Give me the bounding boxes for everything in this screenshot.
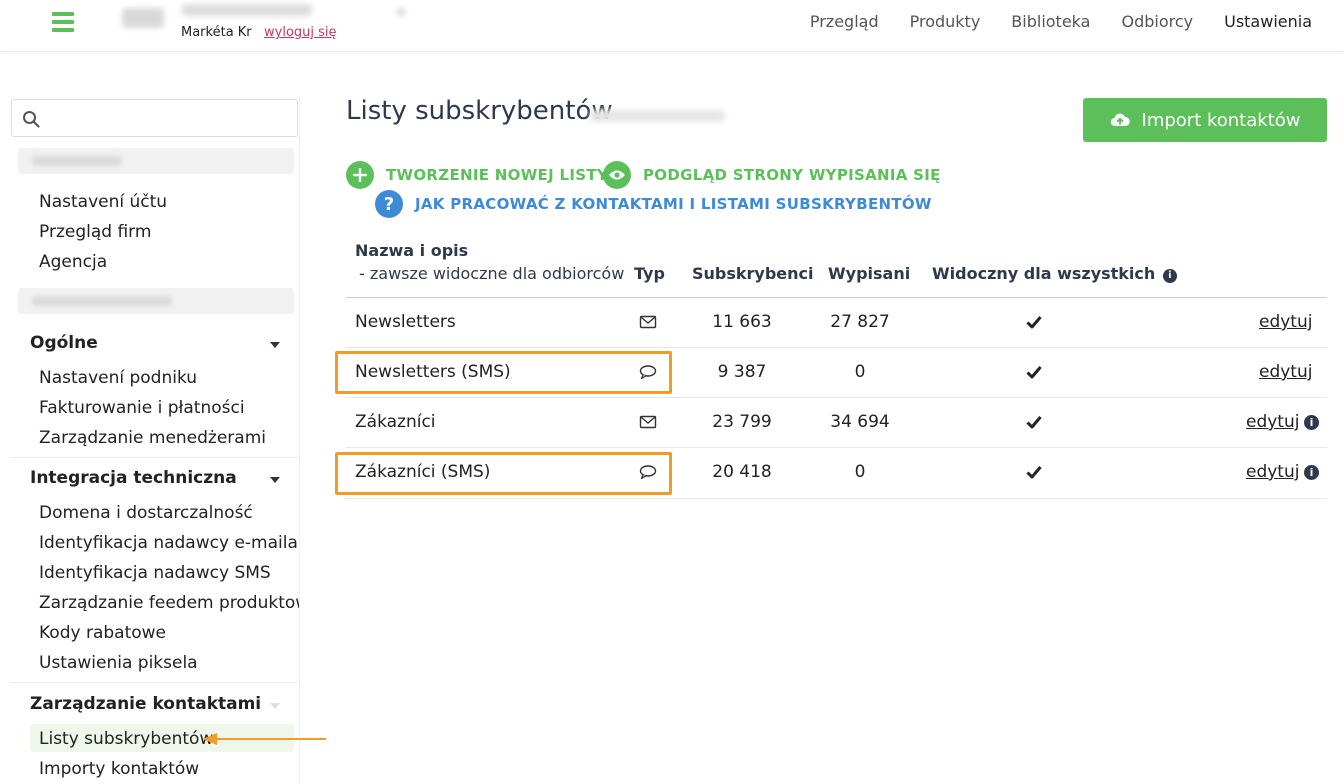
sidebar-item-sms-sender[interactable]: Identyfikacja nadawcy SMS	[39, 563, 271, 583]
edit-link[interactable]: edytuj	[1259, 362, 1312, 382]
eye-icon	[603, 161, 631, 189]
top-bar: Markéta Kr wyloguj się Przegląd Produkty…	[0, 0, 1344, 52]
sidebar-item-billing[interactable]: Fakturowanie i płatności	[39, 398, 245, 418]
sidebar-item-domain[interactable]: Domena i dostarczalność	[39, 503, 253, 523]
plus-icon	[346, 161, 374, 189]
sms-icon	[639, 465, 657, 480]
checkmark-icon	[1026, 466, 1042, 479]
sidebar-item-business-settings[interactable]: Nastavení podniku	[39, 368, 197, 388]
company-logo	[122, 8, 164, 28]
question-icon: ?	[375, 190, 403, 218]
new-list-label: TWORZENIE NOWEJ LISTY	[386, 166, 609, 184]
email-icon	[639, 415, 657, 429]
sidebar-section-contacts[interactable]: Zarządzanie kontaktami	[30, 694, 261, 714]
col-header-visible-label: Widoczny dla wszystkich	[932, 264, 1156, 283]
search-input[interactable]	[52, 107, 282, 129]
edit-link[interactable]: edytuj	[1246, 462, 1299, 482]
annotation-arrow-head-icon	[203, 733, 217, 745]
col-header-name: Nazwa i opis	[355, 241, 469, 260]
help-label: JAK PRACOWAĆ Z KONTAKTAMI I LISTAMI SUBS…	[415, 195, 932, 213]
table-row: Zákazníci (SMS) 20 418 0 edytuj i	[346, 447, 1327, 497]
sidebar: Nastavení účtu Przegląd firm Agencja Ogó…	[10, 98, 300, 784]
sidebar-item-contact-imports[interactable]: Importy kontaktów	[39, 759, 199, 779]
subscribers-count: 23 799	[712, 412, 772, 432]
sidebar-divider	[10, 457, 298, 458]
table-row: Newsletters (SMS) 9 387 0 edytuj	[346, 347, 1327, 397]
sidebar-item-pixel[interactable]: Ustawienia piksela	[39, 653, 198, 673]
sidebar-item-agency[interactable]: Agencja	[39, 252, 107, 272]
sidebar-item-discount-codes[interactable]: Kody rabatowe	[39, 623, 166, 643]
info-icon[interactable]: i	[1304, 415, 1319, 430]
col-header-subscribers: Subskrybenci	[692, 264, 814, 283]
subscribers-count: 9 387	[717, 362, 767, 382]
sidebar-item-subscriber-lists[interactable]: Listy subskrybentów	[39, 729, 213, 749]
table-bottom-border	[346, 498, 1327, 499]
col-header-type: Typ	[634, 264, 665, 283]
hamburger-menu-icon[interactable]	[52, 12, 74, 32]
caret-down-icon[interactable]	[270, 342, 280, 348]
logout-link[interactable]: wyloguj się	[264, 25, 337, 40]
cloud-upload-icon	[1110, 113, 1130, 127]
sidebar-company-header	[18, 288, 294, 314]
user-email	[182, 4, 312, 16]
top-nav: Przegląd Produkty Biblioteka Odbiorcy Us…	[810, 12, 1312, 31]
user-name: Markéta Kr	[181, 25, 252, 40]
nav-overview[interactable]: Przegląd	[810, 12, 879, 31]
checkmark-icon	[1026, 366, 1042, 379]
checkmark-icon	[1026, 416, 1042, 429]
nav-recipients[interactable]: Odbiorcy	[1121, 12, 1193, 31]
sidebar-account-header	[18, 148, 294, 174]
nav-library[interactable]: Biblioteka	[1011, 12, 1090, 31]
sidebar-search	[11, 99, 298, 137]
title-badge	[590, 110, 725, 122]
subscribers-count: 20 418	[712, 462, 772, 482]
list-name[interactable]: Newsletters	[355, 312, 456, 332]
unsubscribe-preview-link[interactable]: PODGLĄD STRONY WYPISANIA SIĘ	[603, 161, 941, 189]
unsubscribed-count: 34 694	[830, 412, 890, 432]
unsubscribe-preview-label: PODGLĄD STRONY WYPISANIA SIĘ	[643, 166, 941, 184]
table-row: Zákazníci 23 799 34 694 edytuj i	[346, 397, 1327, 447]
list-name[interactable]: Zákazníci	[355, 412, 436, 432]
sidebar-item-email-sender[interactable]: Identyfikacja nadawcy e-maila	[39, 533, 298, 553]
unsubscribed-count: 0	[854, 462, 866, 482]
help-link[interactable]: ? JAK PRACOWAĆ Z KONTAKTAMI I LISTAMI SU…	[375, 190, 932, 218]
search-icon	[23, 111, 40, 128]
list-name[interactable]: Zákazníci (SMS)	[355, 462, 490, 482]
caret-down-icon[interactable]	[270, 703, 280, 709]
sidebar-item-account-settings[interactable]: Nastavení účtu	[39, 192, 167, 212]
checkmark-icon	[1026, 316, 1042, 329]
import-contacts-button[interactable]: Import kontaktów	[1083, 98, 1327, 142]
sidebar-section-general[interactable]: Ogólne	[30, 333, 98, 353]
edit-link[interactable]: edytuj	[1259, 312, 1312, 332]
sms-icon	[639, 365, 657, 380]
subscribers-count: 11 663	[712, 312, 772, 332]
unsubscribed-count: 27 827	[830, 312, 890, 332]
nav-products[interactable]: Produkty	[910, 12, 981, 31]
info-icon[interactable]: i	[1304, 465, 1319, 480]
account-indicator	[396, 8, 406, 16]
caret-down-icon[interactable]	[270, 477, 280, 483]
table-row: Newsletters 11 663 27 827 edytuj	[346, 297, 1327, 347]
list-name[interactable]: Newsletters (SMS)	[355, 362, 511, 382]
edit-link[interactable]: edytuj	[1246, 412, 1299, 432]
col-header-visible: Widoczny dla wszystkich i	[932, 264, 1177, 283]
unsubscribed-count: 0	[854, 362, 866, 382]
col-header-unsubscribed: Wypisani	[828, 264, 911, 283]
sidebar-divider	[10, 682, 298, 683]
nav-settings[interactable]: Ustawienia	[1224, 12, 1312, 31]
sidebar-item-product-feed[interactable]: Zarządzanie feedem produktowym	[39, 593, 299, 613]
page-title: Listy subskrybentów	[346, 96, 613, 126]
sidebar-item-managers[interactable]: Zarządzanie menedżerami	[39, 428, 266, 448]
sidebar-section-integration[interactable]: Integracja techniczna	[30, 468, 237, 488]
sidebar-item-companies[interactable]: Przegląd firm	[39, 222, 151, 242]
import-contacts-label: Import kontaktów	[1141, 109, 1301, 131]
new-list-link[interactable]: TWORZENIE NOWEJ LISTY	[346, 161, 608, 189]
email-icon	[639, 315, 657, 329]
col-header-name-description: - zawsze widoczne dla odbiorców	[359, 264, 625, 283]
info-icon[interactable]: i	[1162, 269, 1177, 283]
annotation-arrow	[212, 738, 326, 740]
